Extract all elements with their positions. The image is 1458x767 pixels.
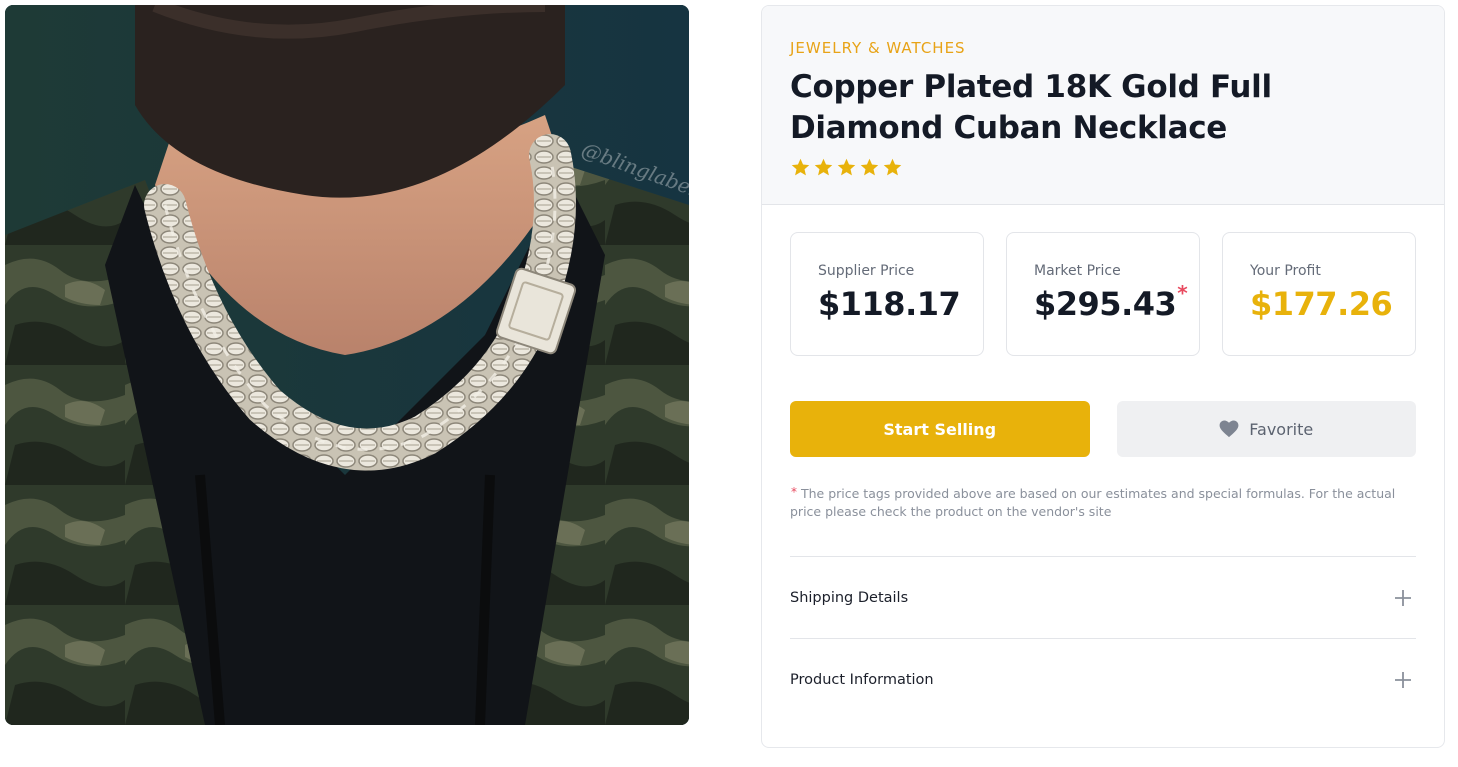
- favorite-button[interactable]: Favorite: [1116, 401, 1416, 457]
- star-icon: [860, 158, 879, 176]
- market-price-asterisk: *: [1177, 281, 1188, 305]
- product-actions: Start Selling Favorite: [790, 401, 1416, 457]
- favorite-label: Favorite: [1249, 419, 1314, 439]
- product-category[interactable]: JEWELRY & WATCHES: [790, 39, 1416, 57]
- profit-value: $177.26: [1250, 285, 1393, 323]
- product-card: JEWELRY & WATCHES Copper Plated 18K Gold…: [761, 5, 1445, 748]
- accordion-label: Product Information: [790, 671, 934, 688]
- price-disclaimer: * The price tags provided above are base…: [790, 485, 1416, 521]
- rating-stars: [790, 157, 1416, 178]
- accordion-label: Shipping Details: [790, 589, 909, 606]
- market-price-box: Market Price $295.43*: [1006, 232, 1200, 356]
- product-image: @blinglabel: [5, 5, 689, 725]
- disclaimer-asterisk: *: [791, 485, 797, 499]
- market-price-value: $295.43: [1034, 285, 1177, 323]
- product-header: JEWELRY & WATCHES Copper Plated 18K Gold…: [762, 6, 1444, 205]
- star-icon: [883, 158, 902, 176]
- profit-label: Your Profit: [1250, 263, 1321, 279]
- supplier-price-value: $118.17: [818, 285, 961, 323]
- market-price-value-wrap: $295.43*: [1034, 281, 1199, 323]
- plus-icon[interactable]: [1394, 671, 1412, 689]
- supplier-price-label: Supplier Price: [818, 263, 915, 279]
- product-photo: @blinglabel: [5, 5, 689, 725]
- market-price-label: Market Price: [1034, 263, 1121, 279]
- heart-icon: [1219, 420, 1239, 438]
- star-icon: [814, 158, 833, 176]
- supplier-price-box: Supplier Price $118.17: [790, 232, 984, 356]
- disclaimer-text: The price tags provided above are based …: [790, 486, 1396, 519]
- star-icon: [791, 158, 810, 176]
- price-summary: Supplier Price $118.17 Market Price $295…: [790, 232, 1416, 356]
- plus-icon[interactable]: [1394, 589, 1412, 607]
- product-title: Copper Plated 18K Gold Full Diamond Cuba…: [790, 69, 1272, 146]
- accordion-product-information[interactable]: Product Information: [790, 638, 1416, 720]
- accordion-shipping-details[interactable]: Shipping Details: [790, 556, 1416, 638]
- start-selling-button[interactable]: Start Selling: [790, 401, 1090, 457]
- profit-box: Your Profit $177.26: [1222, 232, 1416, 356]
- star-icon: [837, 158, 856, 176]
